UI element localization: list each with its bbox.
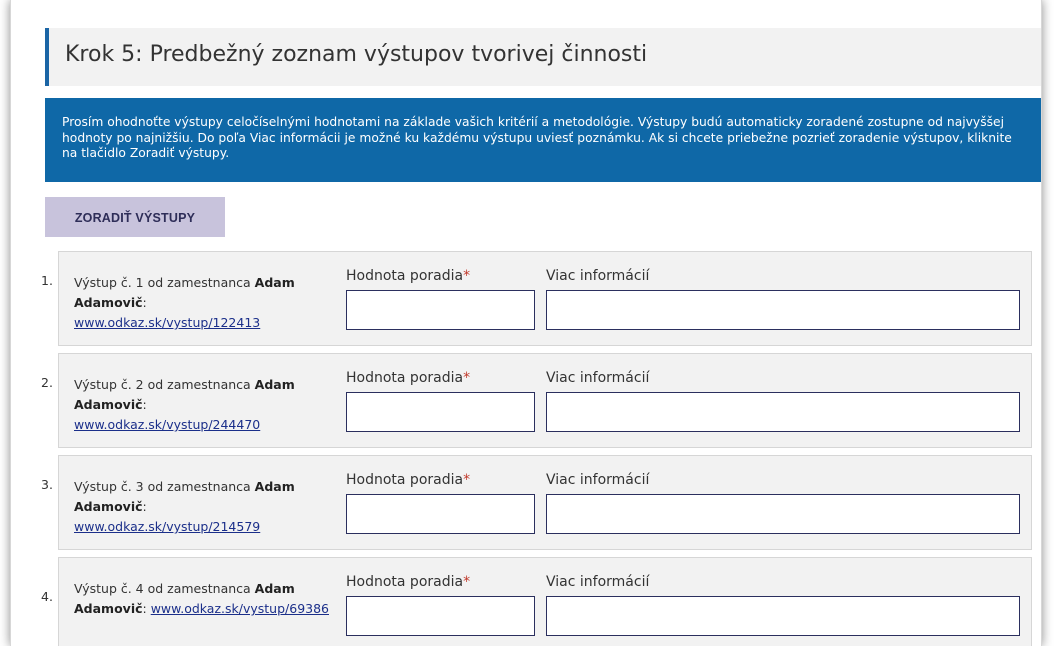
output-row: 2. Výstup č. 2 od zamestnanca Adam Adamo… bbox=[41, 353, 1032, 448]
rank-label: Hodnota poradia* bbox=[346, 574, 470, 590]
instructions-text: Prosím ohodnoťte výstupy celočíselnými h… bbox=[62, 115, 1012, 160]
row-number: 3. bbox=[41, 477, 53, 492]
info-label: Viac informácií bbox=[546, 370, 650, 386]
output-suffix: : bbox=[142, 499, 147, 514]
output-prefix: Výstup č. 3 od zamestnanca bbox=[74, 479, 255, 494]
rank-label: Hodnota poradia* bbox=[346, 268, 470, 284]
step-title: Krok 5: Predbežný zoznam výstupov tvoriv… bbox=[65, 42, 648, 67]
rank-input[interactable] bbox=[346, 290, 535, 330]
output-row: 1. Výstup č. 1 od zamestnanca Adam Adamo… bbox=[41, 251, 1032, 346]
output-prefix: Výstup č. 2 od zamestnanca bbox=[74, 377, 255, 392]
required-mark: * bbox=[463, 472, 471, 488]
rank-label: Hodnota poradia* bbox=[346, 370, 470, 386]
output-description: Výstup č. 4 od zamestnanca Adam Adamovič… bbox=[74, 579, 344, 619]
output-description: Výstup č. 3 od zamestnanca Adam Adamovič… bbox=[74, 477, 319, 537]
row-number: 4. bbox=[41, 589, 53, 604]
rank-label-text: Hodnota poradia bbox=[346, 370, 464, 386]
rank-input[interactable] bbox=[346, 494, 535, 534]
info-input[interactable] bbox=[546, 596, 1020, 636]
required-mark: * bbox=[463, 370, 471, 386]
info-label: Viac informácií bbox=[546, 472, 650, 488]
rank-input[interactable] bbox=[346, 596, 535, 636]
info-input[interactable] bbox=[546, 392, 1020, 432]
info-label: Viac informácií bbox=[546, 268, 650, 284]
rank-label-text: Hodnota poradia bbox=[346, 268, 464, 284]
rank-input[interactable] bbox=[346, 392, 535, 432]
rank-label-text: Hodnota poradia bbox=[346, 472, 464, 488]
sort-outputs-button[interactable]: ZORADIŤ VÝSTUPY bbox=[45, 197, 225, 237]
output-description: Výstup č. 1 od zamestnanca Adam Adamovič… bbox=[74, 273, 319, 333]
required-mark: * bbox=[463, 574, 471, 590]
info-input[interactable] bbox=[546, 494, 1020, 534]
output-link[interactable]: www.odkaz.sk/vystup/122413 bbox=[74, 315, 260, 330]
instructions-banner: Prosím ohodnoťte výstupy celočíselnými h… bbox=[45, 98, 1041, 182]
output-suffix: : bbox=[142, 397, 147, 412]
output-suffix: : bbox=[142, 295, 147, 310]
row-number: 2. bbox=[41, 375, 53, 390]
output-description: Výstup č. 2 od zamestnanca Adam Adamovič… bbox=[74, 375, 319, 435]
rank-label-text: Hodnota poradia bbox=[346, 574, 464, 590]
output-row: 4. Výstup č. 4 od zamestnanca Adam Adamo… bbox=[41, 557, 1032, 646]
output-prefix: Výstup č. 4 od zamestnanca bbox=[74, 581, 255, 596]
rank-label: Hodnota poradia* bbox=[346, 472, 470, 488]
info-input[interactable] bbox=[546, 290, 1020, 330]
required-mark: * bbox=[463, 268, 471, 284]
row-number: 1. bbox=[41, 273, 53, 288]
form-page: Krok 5: Predbežný zoznam výstupov tvoriv… bbox=[10, 0, 1042, 646]
output-link[interactable]: www.odkaz.sk/vystup/244470 bbox=[74, 417, 260, 432]
step-header: Krok 5: Predbežný zoznam výstupov tvoriv… bbox=[45, 28, 1041, 86]
output-link[interactable]: www.odkaz.sk/vystup/69386 bbox=[151, 601, 329, 616]
output-prefix: Výstup č. 1 od zamestnanca bbox=[74, 275, 255, 290]
output-suffix: : bbox=[142, 601, 151, 616]
output-row: 3. Výstup č. 3 od zamestnanca Adam Adamo… bbox=[41, 455, 1032, 550]
info-label: Viac informácií bbox=[546, 574, 650, 590]
output-link[interactable]: www.odkaz.sk/vystup/214579 bbox=[74, 519, 260, 534]
